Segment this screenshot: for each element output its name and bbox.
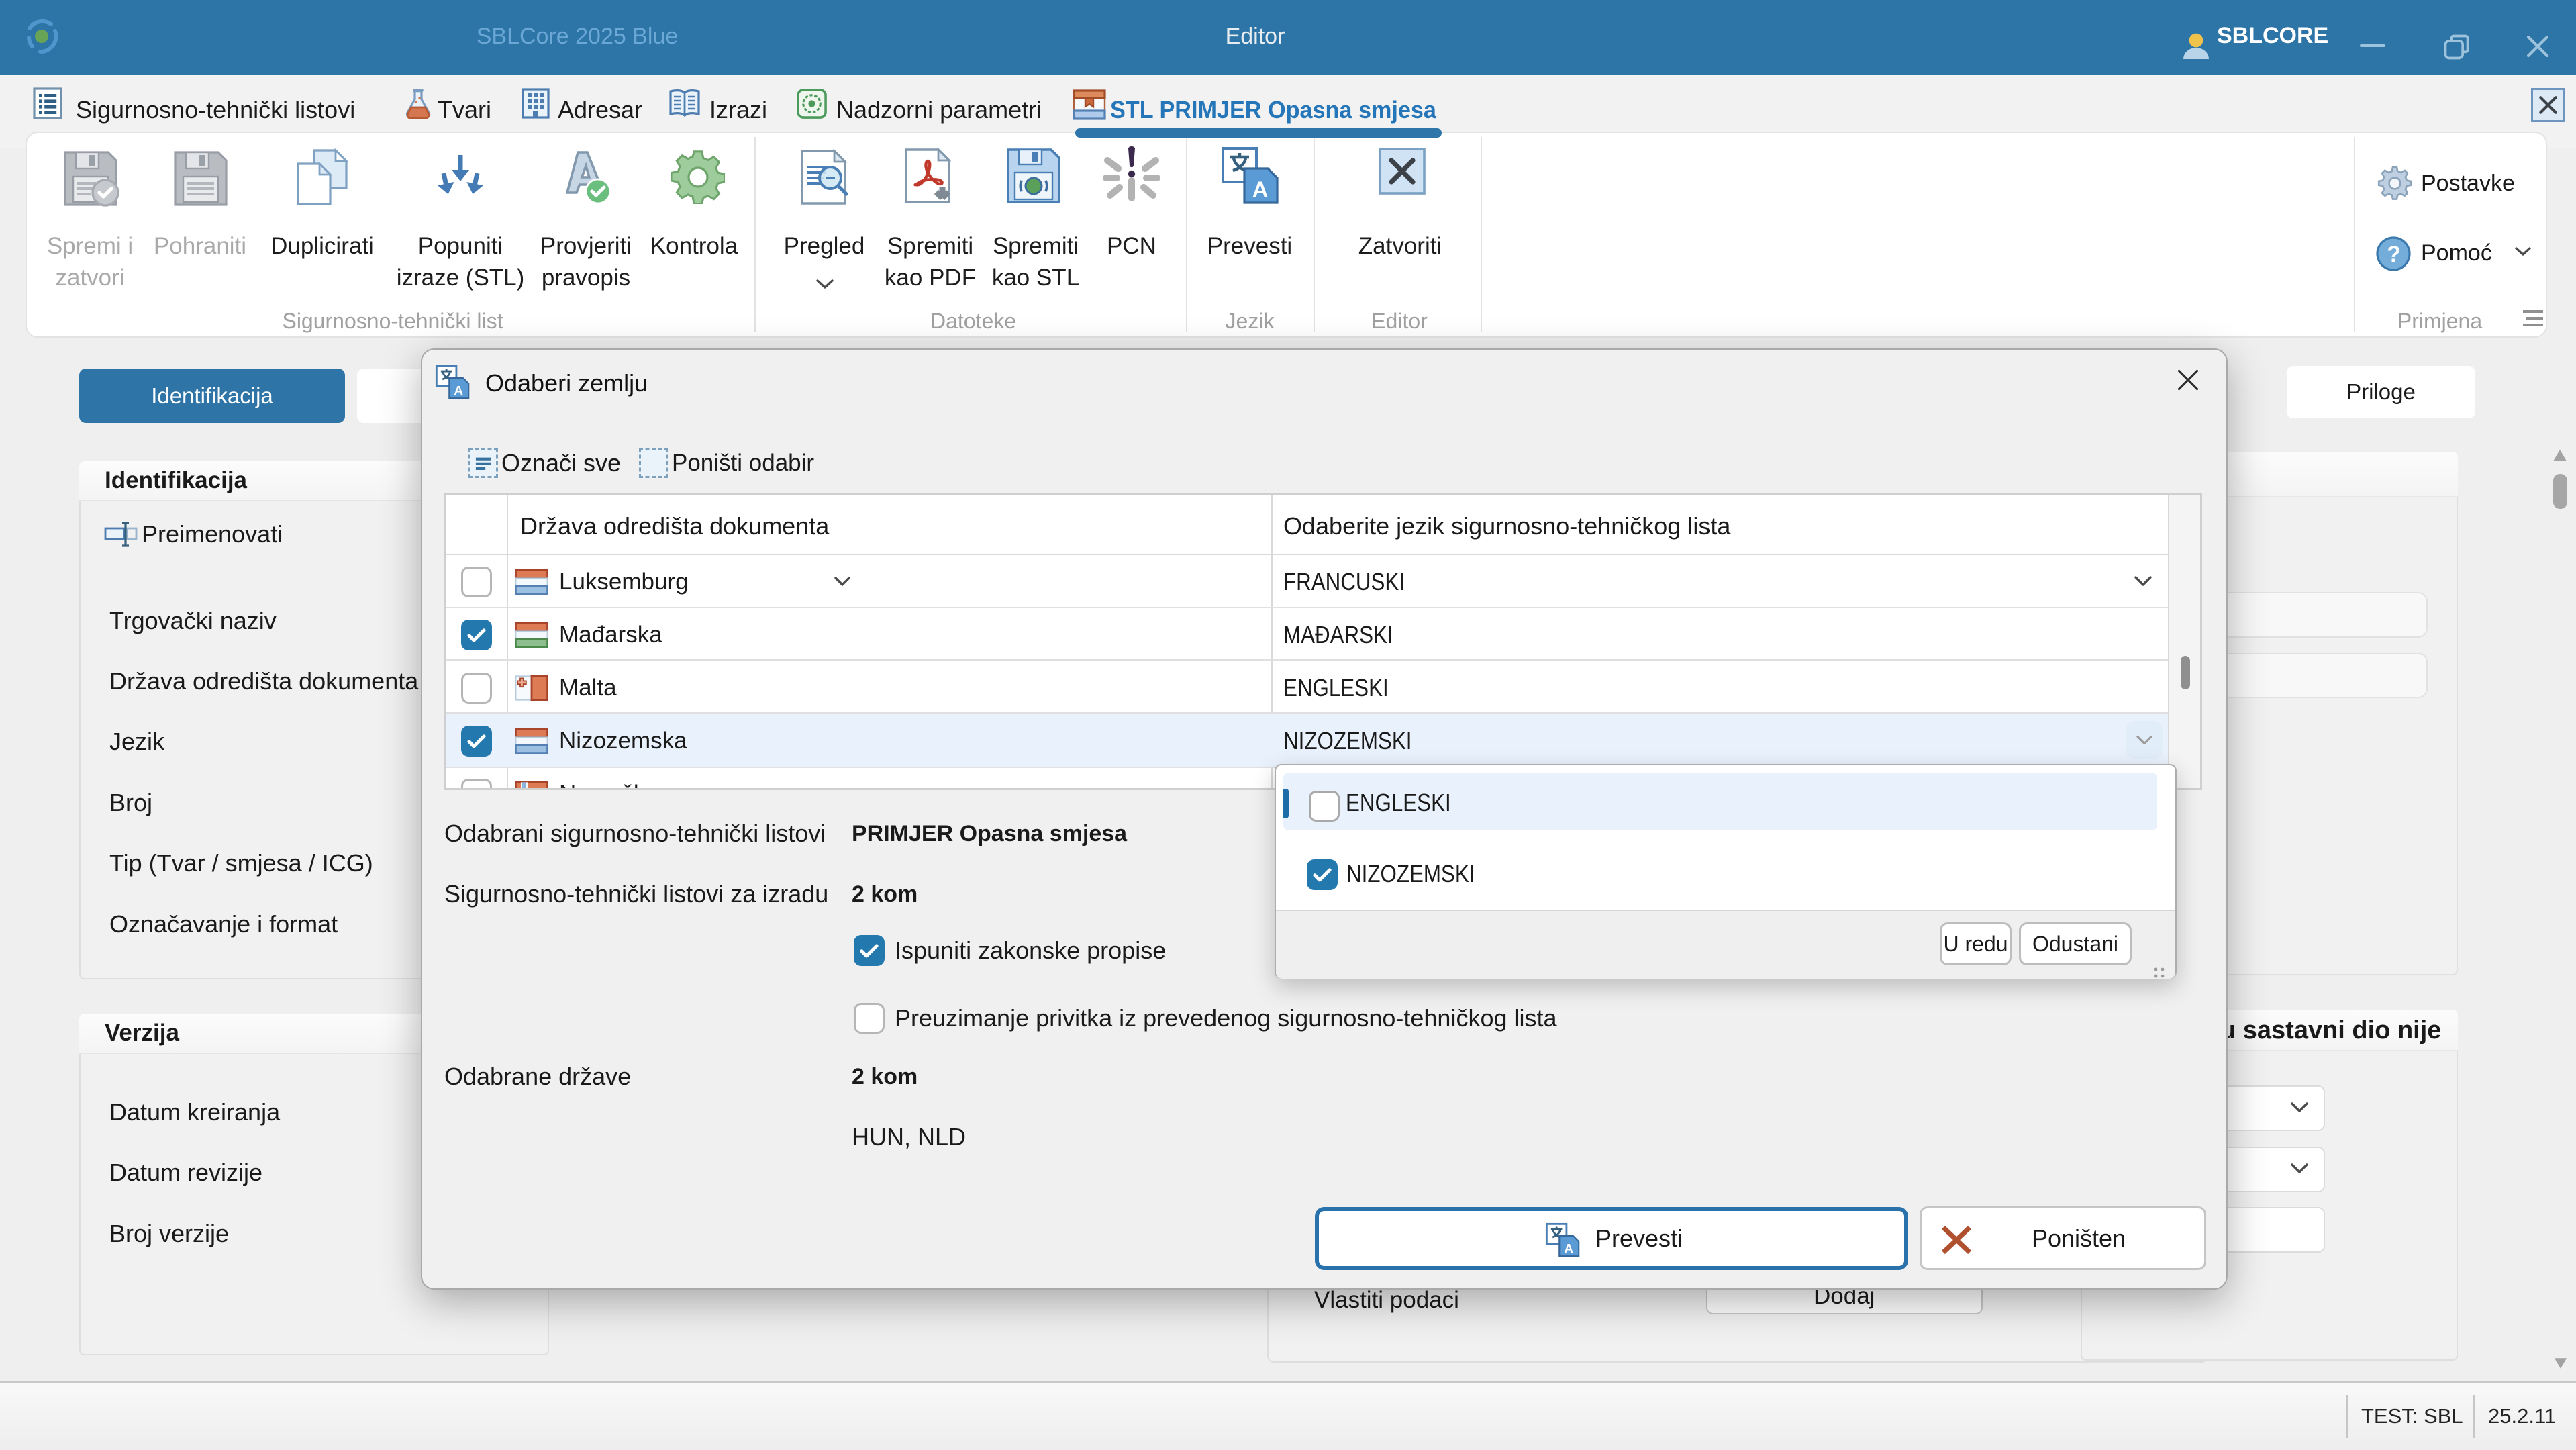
svg-text:A: A bbox=[454, 384, 463, 398]
svg-text:A: A bbox=[1564, 1242, 1573, 1256]
svg-text:A: A bbox=[1252, 177, 1268, 201]
svg-text:?: ? bbox=[2387, 242, 2401, 267]
